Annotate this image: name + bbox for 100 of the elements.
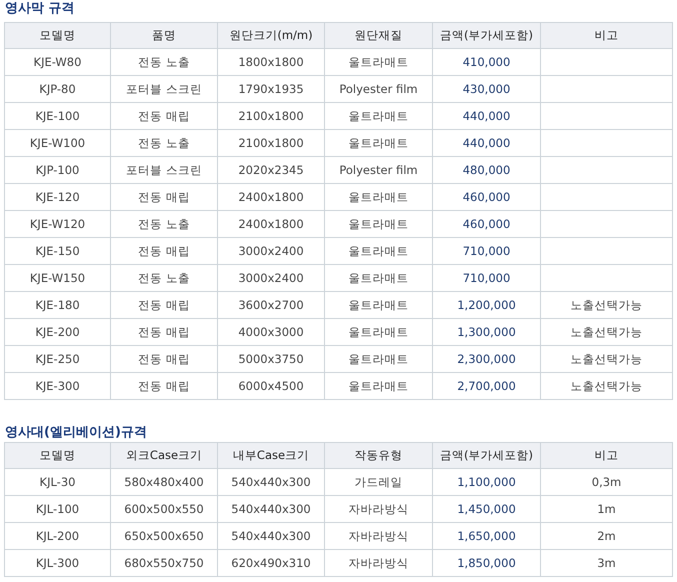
- header-cell: 원단크기(m/m): [218, 22, 324, 48]
- table-cell: KJE-250: [4, 346, 110, 372]
- table-cell: 680x550x750: [110, 550, 218, 576]
- table-cell: 울트라매트: [324, 346, 432, 372]
- table-cell: KJE-100: [4, 102, 110, 130]
- table-cell: 노출선택가능: [540, 292, 672, 318]
- header-cell: 품명: [110, 22, 218, 48]
- table-cell: 울트라매트: [324, 184, 432, 210]
- table-cell: 2100x1800: [218, 130, 324, 156]
- header-cell: 비고: [540, 22, 672, 48]
- table-cell: 1,850,000: [432, 550, 540, 576]
- table-cell: 울트라매트: [324, 372, 432, 400]
- table-cell: 1m: [540, 496, 672, 522]
- table-cell: 710,000: [432, 238, 540, 264]
- header-cell: 작동유형: [324, 442, 432, 468]
- table-cell: 2100x1800: [218, 102, 324, 130]
- table-cell: Polyester film: [324, 76, 432, 102]
- table-cell: 2,300,000: [432, 346, 540, 372]
- table-cell: 전동 노출: [110, 264, 218, 292]
- header-cell: 외크Case크기: [110, 442, 218, 468]
- table-cell: KJE-W80: [4, 48, 110, 76]
- table-cell: 전동 노출: [110, 48, 218, 76]
- table-cell: 460,000: [432, 184, 540, 210]
- table-cell: 600x500x550: [110, 496, 218, 522]
- table-cell: KJL-100: [4, 496, 110, 522]
- table-cell: 2020x2345: [218, 156, 324, 184]
- header-cell: 원단재질: [324, 22, 432, 48]
- table-cell: 전동 매립: [110, 346, 218, 372]
- table-cell: 울트라매트: [324, 210, 432, 238]
- header-cell: 내부Case크기: [218, 442, 324, 468]
- table-cell: 자바라방식: [324, 522, 432, 550]
- table-cell: 1,100,000: [432, 468, 540, 496]
- table-cell: 1,450,000: [432, 496, 540, 522]
- table-cell: 전동 매립: [110, 102, 218, 130]
- table-cell: 3600x2700: [218, 292, 324, 318]
- table-cell: 0,3m: [540, 468, 672, 496]
- table-cell: 노출선택가능: [540, 318, 672, 346]
- table-cell: 자바라방식: [324, 496, 432, 522]
- section-title: 영사막 규격: [4, 0, 76, 18]
- table-cell: 540x440x300: [218, 522, 324, 550]
- table-cell: 울트라매트: [324, 292, 432, 318]
- table-cell: 580x480x400: [110, 468, 218, 496]
- table-cell: 620x490x310: [218, 550, 324, 576]
- table-cell: 전동 매립: [110, 318, 218, 346]
- table-cell: 6000x4500: [218, 372, 324, 400]
- table-cell: 울트라매트: [324, 130, 432, 156]
- table-cell: 1,650,000: [432, 522, 540, 550]
- table-cell: 1790x1935: [218, 76, 324, 102]
- table-cell: 1,300,000: [432, 318, 540, 346]
- table-cell: KJE-W100: [4, 130, 110, 156]
- table-cell: 전동 매립: [110, 372, 218, 400]
- table-cell: Polyester film: [324, 156, 432, 184]
- table-cell: 540x440x300: [218, 496, 324, 522]
- table-cell: KJP-80: [4, 76, 110, 102]
- table-cell: 노출선택가능: [540, 372, 672, 400]
- table-cell: KJE-200: [4, 318, 110, 346]
- table-cell: KJP-100: [4, 156, 110, 184]
- table-cell: KJL-30: [4, 468, 110, 496]
- table-cell: 2400x1800: [218, 184, 324, 210]
- table-cell: KJE-W120: [4, 210, 110, 238]
- table-cell: 가드레일: [324, 468, 432, 496]
- table-cell: 전동 노출: [110, 210, 218, 238]
- table-cell: 3000x2400: [218, 264, 324, 292]
- table-cell: 포터블 스크린: [110, 76, 218, 102]
- table-cell: 3000x2400: [218, 238, 324, 264]
- table-cell: 울트라매트: [324, 318, 432, 346]
- table-cell: 1800x1800: [218, 48, 324, 76]
- table-cell: 울트라매트: [324, 48, 432, 76]
- table-cell: 460,000: [432, 210, 540, 238]
- table-cell: 4000x3000: [218, 318, 324, 346]
- table-cell: KJE-W150: [4, 264, 110, 292]
- table-cell: 전동 매립: [110, 292, 218, 318]
- table-cell: 540x440x300: [218, 468, 324, 496]
- table-cell: 자바라방식: [324, 550, 432, 576]
- table-cell: KJE-120: [4, 184, 110, 210]
- table-cell: KJE-150: [4, 238, 110, 264]
- table-cell: 포터블 스크린: [110, 156, 218, 184]
- table-cell: 노출선택가능: [540, 346, 672, 372]
- table-cell: 2,700,000: [432, 372, 540, 400]
- table-cell: KJE-180: [4, 292, 110, 318]
- table-cell: 5000x3750: [218, 346, 324, 372]
- table-cell: 480,000: [432, 156, 540, 184]
- table-cell: 410,000: [432, 48, 540, 76]
- table-cell: 1,200,000: [432, 292, 540, 318]
- header-cell: 금액(부가세포함): [432, 22, 540, 48]
- table-cell: KJE-300: [4, 372, 110, 400]
- table-cell: 전동 매립: [110, 184, 218, 210]
- table-cell: 710,000: [432, 264, 540, 292]
- header-cell: 모델명: [4, 442, 110, 468]
- table-cell: 전동 매립: [110, 238, 218, 264]
- table-cell: 2m: [540, 522, 672, 550]
- table-cell: 전동 노출: [110, 130, 218, 156]
- header-cell: 비고: [540, 442, 672, 468]
- section-title: 영사대(엘리베이션)규격: [4, 426, 148, 442]
- table-cell: 2400x1800: [218, 210, 324, 238]
- table-cell: 울트라매트: [324, 102, 432, 130]
- table-cell: 울트라매트: [324, 264, 432, 292]
- table-cell: 3m: [540, 550, 672, 576]
- header-cell: 금액(부가세포함): [432, 442, 540, 468]
- table-cell: 440,000: [432, 102, 540, 130]
